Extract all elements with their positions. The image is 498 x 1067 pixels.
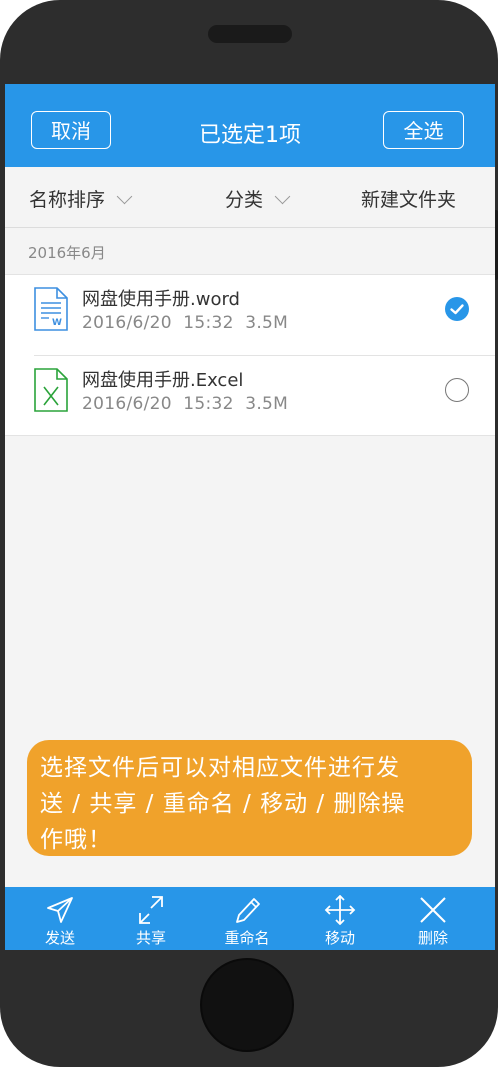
phone-frame: 取消 已选定1项 全选 名称排序 分类 新建文件夹 2016年6月 W 网盘使用…	[0, 0, 498, 1067]
tooltip-line: 送 / 共享 / 重命名 / 移动 / 删除操	[40, 791, 406, 817]
select-all-button[interactable]: 全选	[383, 111, 464, 149]
category-dropdown[interactable]: 分类	[225, 185, 291, 212]
excel-file-icon	[34, 368, 68, 412]
tooltip-line: 作哦！	[40, 827, 112, 853]
delete-label: 删除	[417, 929, 448, 947]
file-name: 网盘使用手册.word	[82, 289, 240, 310]
send-icon	[47, 897, 73, 923]
list-item[interactable]: W 网盘使用手册.word 2016/6/20 15:32 3.5M	[5, 275, 495, 355]
hint-tooltip: 选择文件后可以对相应文件进行发 送 / 共享 / 重命名 / 移动 / 删除操 …	[27, 740, 472, 856]
home-button[interactable]	[200, 958, 294, 1052]
share-button[interactable]: 共享	[111, 887, 191, 950]
checkmark-icon	[450, 304, 464, 315]
svg-text:W: W	[52, 318, 62, 328]
move-label: 移动	[324, 929, 355, 947]
file-name: 网盘使用手册.Excel	[82, 370, 244, 391]
delete-button[interactable]: 删除	[393, 887, 473, 950]
sort-label: 名称排序	[29, 189, 106, 211]
file-size: 3.5M	[245, 313, 289, 333]
new-folder-button[interactable]: 新建文件夹	[361, 185, 456, 212]
file-time: 15:32	[183, 394, 234, 414]
list-item[interactable]: 网盘使用手册.Excel 2016/6/20 15:32 3.5M	[34, 355, 495, 436]
file-date: 2016/6/20	[82, 394, 172, 414]
sort-dropdown[interactable]: 名称排序	[29, 185, 133, 212]
bottom-toolbar: 发送 共享 重命名 移动 删除	[5, 887, 495, 950]
rename-label: 重命名	[224, 929, 270, 947]
send-button[interactable]: 发送	[20, 887, 100, 950]
app-header: 取消 已选定1项 全选	[5, 84, 495, 167]
file-meta: 2016/6/20 15:32 3.5M	[82, 394, 288, 414]
share-icon	[139, 896, 163, 924]
file-list: W 网盘使用手册.word 2016/6/20 15:32 3.5M 网盘使用手…	[5, 274, 495, 436]
phone-speaker	[208, 25, 292, 43]
app-screen: 取消 已选定1项 全选 名称排序 分类 新建文件夹 2016年6月 W 网盘使用…	[5, 84, 495, 950]
share-label: 共享	[135, 929, 166, 947]
move-icon	[324, 895, 356, 925]
delete-icon	[420, 897, 446, 923]
category-label: 分类	[225, 189, 264, 211]
move-button[interactable]: 移动	[300, 887, 380, 950]
chevron-down-icon	[274, 188, 291, 205]
word-file-icon: W	[34, 287, 68, 331]
chevron-down-icon	[116, 188, 133, 205]
rename-pencil-icon	[236, 898, 260, 923]
file-meta: 2016/6/20 15:32 3.5M	[82, 313, 288, 333]
tooltip-line: 选择文件后可以对相应文件进行发	[40, 755, 400, 781]
file-time: 15:32	[183, 313, 234, 333]
section-header: 2016年6月	[28, 244, 106, 262]
file-size: 3.5M	[245, 394, 289, 414]
filter-bar: 名称排序 分类 新建文件夹	[5, 167, 495, 228]
checked-checkbox[interactable]	[445, 297, 469, 321]
rename-button[interactable]: 重命名	[207, 887, 287, 950]
send-label: 发送	[44, 929, 75, 947]
file-date: 2016/6/20	[82, 313, 172, 333]
unchecked-checkbox[interactable]	[445, 378, 469, 402]
